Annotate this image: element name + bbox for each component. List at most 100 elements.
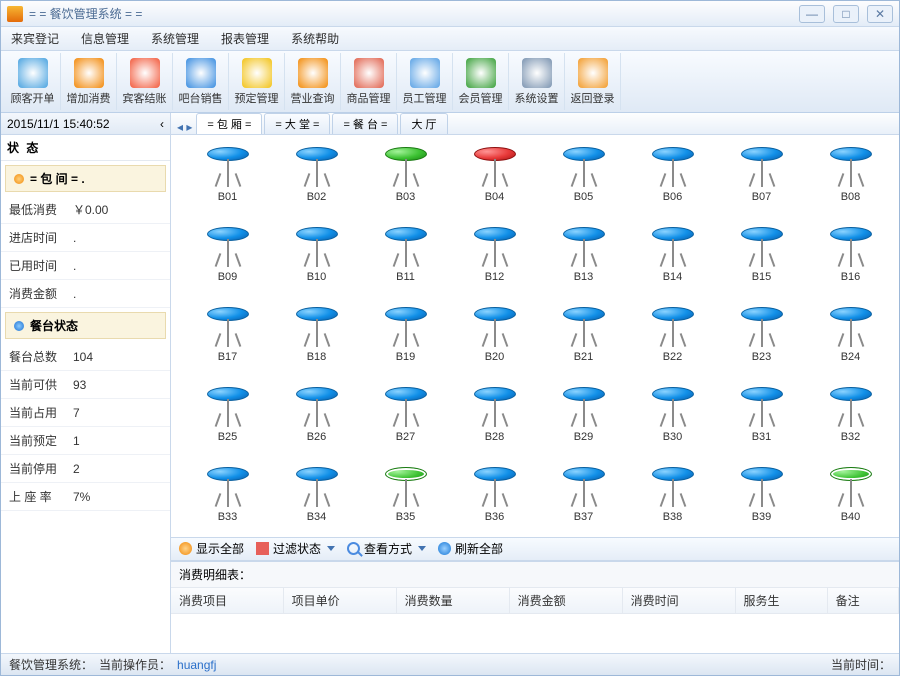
table-B39[interactable]: B39 [719,465,804,523]
table-B31[interactable]: B31 [719,385,804,443]
toolbar-icon [18,58,48,88]
table-B06[interactable]: B06 [630,145,715,203]
table-B23[interactable]: B23 [719,305,804,363]
table-icon [650,385,696,427]
table-B07[interactable]: B07 [719,145,804,203]
toolbar-系统设置[interactable]: 系统设置 [509,53,565,110]
filter-state-icon [256,542,269,555]
kv-key: 消费金额 [1,280,65,308]
table-B34[interactable]: B34 [274,465,359,523]
menu-system[interactable]: 系统管理 [151,30,199,47]
table-icon [828,385,874,427]
kv-value: 7 [65,399,170,427]
table-B17[interactable]: B17 [185,305,270,363]
kv-key: 上 座 率 [1,483,65,511]
table-B33[interactable]: B33 [185,465,270,523]
table-canvas[interactable]: B01B02B03B04B05B06B07B08B09B10B11B12B13B… [171,135,899,537]
table-B05[interactable]: B05 [541,145,626,203]
kv-value: 104 [65,343,170,371]
toolbar-预定管理[interactable]: 预定管理 [229,53,285,110]
tab-3[interactable]: 大 厅 [400,113,447,134]
table-B21[interactable]: B21 [541,305,626,363]
toolbar-商品管理[interactable]: 商品管理 [341,53,397,110]
toolbar-顾客开单[interactable]: 顾客开单 [5,53,61,110]
table-B25[interactable]: B25 [185,385,270,443]
table-B22[interactable]: B22 [630,305,715,363]
table-icon [383,225,429,267]
menu-report[interactable]: 报表管理 [221,30,269,47]
table-B36[interactable]: B36 [452,465,537,523]
table-label: B27 [396,431,416,443]
table-B10[interactable]: B10 [274,225,359,283]
table-B35[interactable]: B35 [363,465,448,523]
table-B11[interactable]: B11 [363,225,448,283]
close-button[interactable]: ✕ [867,5,893,23]
table-B38[interactable]: B38 [630,465,715,523]
table-B18[interactable]: B18 [274,305,359,363]
table-B24[interactable]: B24 [808,305,893,363]
table-B12[interactable]: B12 [452,225,537,283]
menu-guest[interactable]: 来宾登记 [11,30,59,47]
show-all-icon [179,542,192,555]
table-B29[interactable]: B29 [541,385,626,443]
table-B14[interactable]: B14 [630,225,715,283]
table-B27[interactable]: B27 [363,385,448,443]
table-B30[interactable]: B30 [630,385,715,443]
toolbar-label: 顾客开单 [11,90,55,106]
table-icon [828,305,874,347]
kv-value: 1 [65,427,170,455]
table-B20[interactable]: B20 [452,305,537,363]
table-icon [828,465,874,507]
table-label: B08 [841,191,861,203]
filter-state-button[interactable]: 过滤状态 [256,540,335,557]
side-title: 状 态 [1,135,170,161]
tab-0[interactable]: = 包 厢 = [196,113,262,134]
minimize-button[interactable]: — [799,5,825,23]
table-label: B29 [574,431,594,443]
show-all-button[interactable]: 显示全部 [179,540,244,557]
table-B09[interactable]: B09 [185,225,270,283]
kv-value: . [65,280,170,308]
maximize-button[interactable]: □ [833,5,859,23]
table-B40[interactable]: B40 [808,465,893,523]
table-B28[interactable]: B28 [452,385,537,443]
toolbar-宾客结账[interactable]: 宾客结账 [117,53,173,110]
kv-row: 当前预定1 [1,427,170,455]
menu-info[interactable]: 信息管理 [81,30,129,47]
toolbar-增加消费[interactable]: 增加消费 [61,53,117,110]
toolbar-返回登录[interactable]: 返回登录 [565,53,621,110]
table-B13[interactable]: B13 [541,225,626,283]
table-label: B21 [574,351,594,363]
table-icon [294,305,340,347]
table-B02[interactable]: B02 [274,145,359,203]
table-B16[interactable]: B16 [808,225,893,283]
toolbar-员工管理[interactable]: 员工管理 [397,53,453,110]
table-B26[interactable]: B26 [274,385,359,443]
menu-help[interactable]: 系统帮助 [291,30,339,47]
table-B01[interactable]: B01 [185,145,270,203]
table-label: B26 [307,431,327,443]
table-B08[interactable]: B08 [808,145,893,203]
toolbar-会员管理[interactable]: 会员管理 [453,53,509,110]
table-icon [561,305,607,347]
side-panel: 2015/11/1 15:40:52 ‹ 状 态 = 包 间 = . 最低消费￥… [1,113,171,653]
table-B37[interactable]: B37 [541,465,626,523]
view-mode-button[interactable]: 查看方式 [347,540,426,557]
table-B03[interactable]: B03 [363,145,448,203]
table-B32[interactable]: B32 [808,385,893,443]
table-B19[interactable]: B19 [363,305,448,363]
table-label: B06 [663,191,683,203]
refresh-all-button[interactable]: 刷新全部 [438,540,503,557]
table-icon [650,465,696,507]
tab-1[interactable]: = 大 堂 = [264,113,330,134]
side-collapse-icon[interactable]: ‹ [160,117,164,131]
table-B15[interactable]: B15 [719,225,804,283]
toolbar-吧台销售[interactable]: 吧台销售 [173,53,229,110]
section-status-label: 餐台状态 [30,317,78,334]
table-label: B14 [663,271,683,283]
table-B04[interactable]: B04 [452,145,537,203]
tab-2[interactable]: = 餐 台 = [332,113,398,134]
table-label: B01 [218,191,238,203]
section-room-label: = 包 间 = . [30,170,85,187]
toolbar-营业查询[interactable]: 营业查询 [285,53,341,110]
